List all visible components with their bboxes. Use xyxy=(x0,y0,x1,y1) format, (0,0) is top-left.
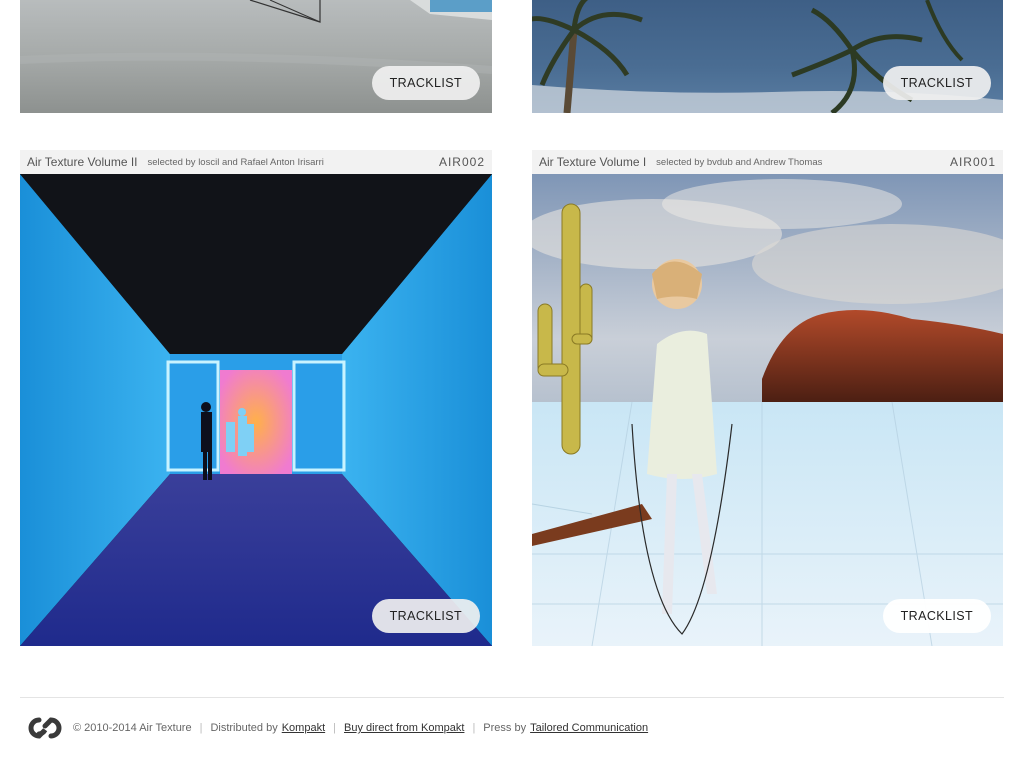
press-link[interactable]: Tailored Communication xyxy=(530,722,648,734)
release-header: Air Texture Volume I selected by bvdub a… xyxy=(532,150,1003,174)
kompakt-link[interactable]: Kompakt xyxy=(282,722,325,734)
footer-separator: | xyxy=(333,722,336,734)
footer-separator: | xyxy=(472,722,476,734)
buy-direct-link[interactable]: Buy direct from Kompakt xyxy=(344,722,464,734)
tracklist-button[interactable]: TRACKLIST xyxy=(371,599,480,633)
cover-art-collage[interactable] xyxy=(532,174,1003,646)
footer-divider xyxy=(20,697,1004,698)
footer-separator: | xyxy=(199,722,203,734)
press-label: Press by xyxy=(483,722,527,734)
footer: © 2010-2014 Air Texture | Distributed by… xyxy=(28,717,648,739)
catalog-number: AIR001 xyxy=(949,155,996,169)
tracklist-button[interactable]: TRACKLIST xyxy=(371,66,480,100)
release-card-air001: Air Texture Volume I selected by bvdub a… xyxy=(532,150,1003,646)
release-title[interactable]: Air Texture Volume II xyxy=(27,155,138,169)
release-card-prev-right: TRACKLIST xyxy=(532,0,1003,113)
air-texture-logo-icon[interactable] xyxy=(28,717,62,739)
copyright-text: © 2010-2014 Air Texture xyxy=(73,722,192,734)
catalog-number: AIR002 xyxy=(438,155,485,169)
release-title[interactable]: Air Texture Volume I xyxy=(539,155,646,169)
release-header: Air Texture Volume II selected by loscil… xyxy=(20,150,492,174)
release-curators: selected by bvdub and Andrew Thomas xyxy=(656,156,823,168)
distributed-label: Distributed by xyxy=(210,722,278,734)
cover-art-light-tunnel[interactable] xyxy=(20,174,492,646)
release-card-prev-left: TRACKLIST xyxy=(20,0,492,113)
tracklist-button[interactable]: TRACKLIST xyxy=(882,66,991,100)
tracklist-button[interactable]: TRACKLIST xyxy=(882,599,991,633)
release-card-air002: Air Texture Volume II selected by loscil… xyxy=(20,150,492,646)
release-curators: selected by loscil and Rafael Anton Iris… xyxy=(147,156,324,168)
